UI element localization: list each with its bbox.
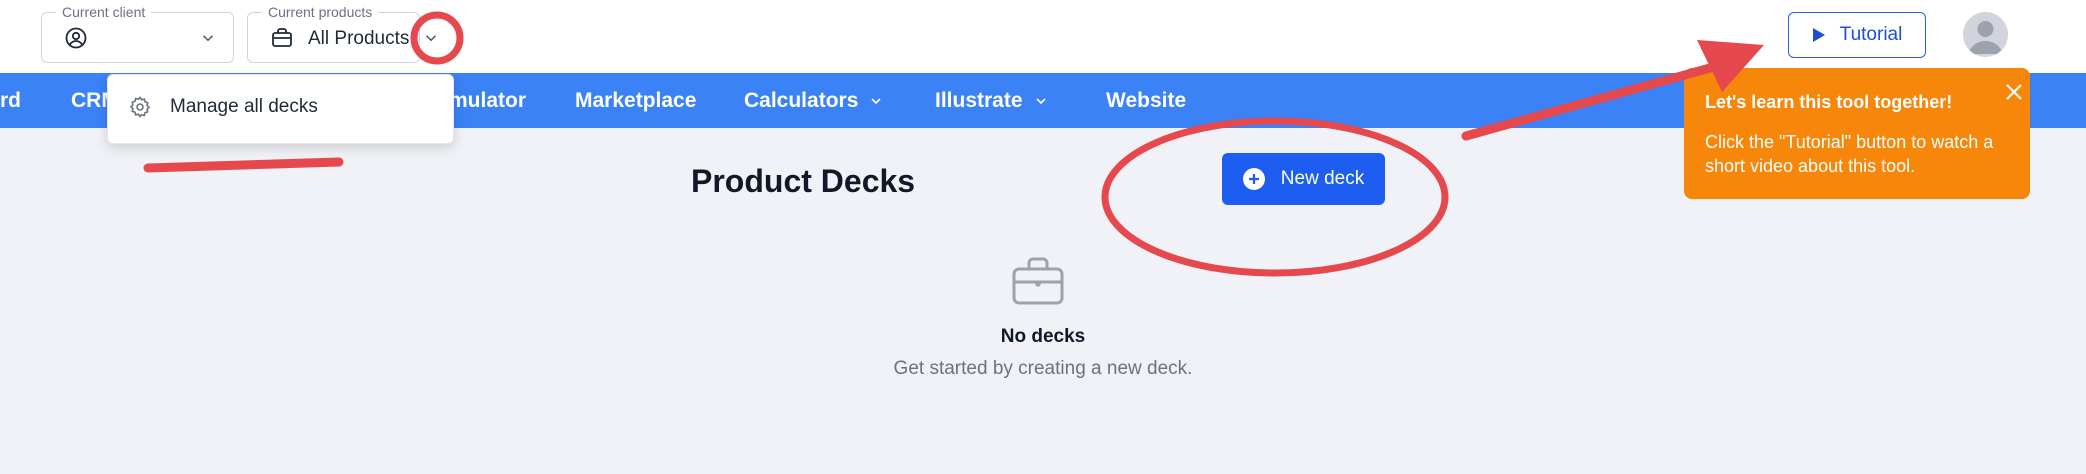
close-icon[interactable] [2004,82,2024,102]
manage-all-decks-item[interactable]: Manage all decks [128,95,318,119]
tutorial-button-label: Tutorial [1839,24,1903,45]
manage-all-decks-label: Manage all decks [170,96,318,117]
briefcase-icon [1012,257,1064,305]
tutorial-button[interactable]: Tutorial [1788,12,1926,58]
tooltip-body: Click the "Tutorial" button to watch a s… [1705,132,1994,176]
tutorial-tooltip: Let's learn this tool together! Click th… [1684,68,2030,199]
nav-item-website[interactable]: Website [1106,89,1186,113]
current-products-legend: Current products [262,4,379,20]
briefcase-icon [272,28,292,47]
annotation-underline [143,157,344,173]
nav-label: Calculators [744,89,859,112]
tooltip-title: Let's learn this tool together! [1705,92,1953,112]
plus-circle-icon [1242,168,1265,190]
chevron-down-icon[interactable] [422,29,440,47]
play-icon [1812,28,1825,42]
user-avatar-icon[interactable] [1963,12,2008,57]
page-title: Product Decks [691,163,916,199]
nav-label: rd [0,89,21,112]
top-header: Current client Current products All Prod… [0,0,2086,73]
nav-item-calculators[interactable]: Calculators [744,89,884,113]
chevron-down-icon [1035,98,1046,105]
empty-state-subtitle: Get started by creating a new deck. [893,358,1193,379]
current-products-value: All Products [308,28,410,49]
empty-state-title: No decks [1000,326,1086,347]
new-deck-label: New deck [1280,168,1365,189]
nav-item-simulator[interactable]: mulator [449,89,526,113]
new-deck-button[interactable]: New deck [1222,153,1385,205]
nav-item-marketplace[interactable]: Marketplace [575,89,696,113]
products-dropdown-menu: Manage all decks [107,74,454,144]
current-products-select[interactable]: Current products All Products [247,4,437,63]
gear-icon [129,96,151,118]
chevron-down-icon [871,98,881,105]
nav-item-dashboard[interactable]: rd [0,89,21,113]
nav-label: mulator [449,89,527,112]
nav-item-illustrate[interactable]: Illustrate [935,89,1049,113]
nav-label: Website [1106,89,1187,112]
nav-label: Marketplace [575,89,697,112]
current-client-select[interactable]: Current client [41,4,234,63]
nav-label: Illustrate [935,89,1023,112]
chevron-down-icon[interactable] [199,29,217,47]
user-circle-icon [65,27,87,49]
current-client-legend: Current client [56,4,152,20]
